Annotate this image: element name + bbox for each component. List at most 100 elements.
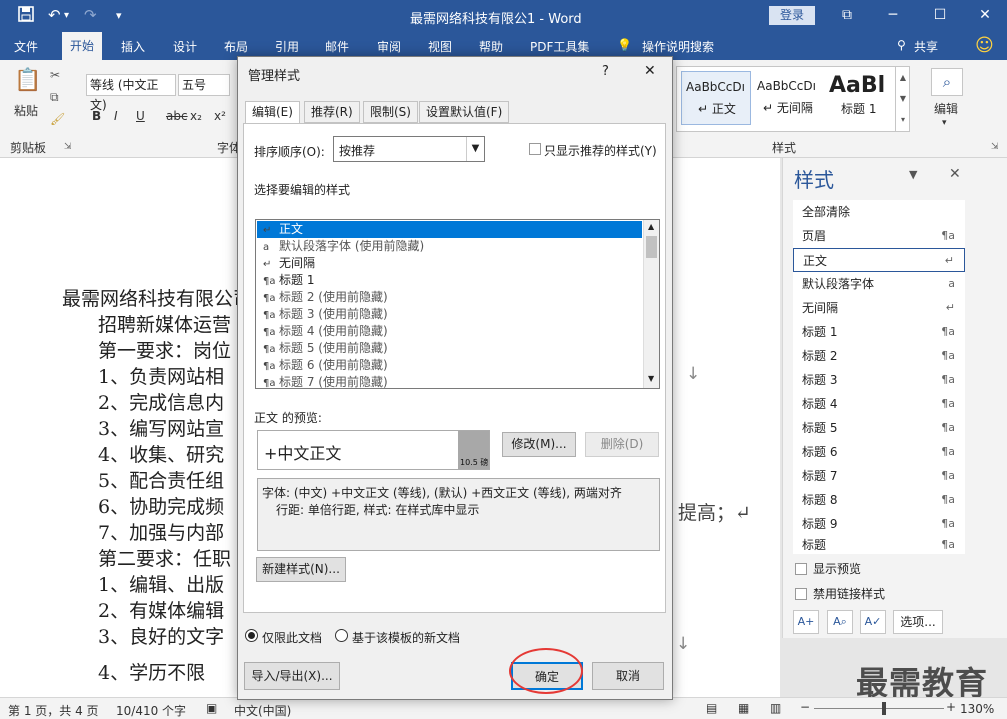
style-item[interactable]: 标题 6 ¶a	[793, 440, 965, 464]
new-style-icon[interactable]: A+	[793, 610, 819, 634]
search-icon[interactable]: ⌕	[931, 68, 963, 96]
styles-list-scrollbar[interactable]	[974, 200, 990, 554]
ribbon-display-icon[interactable]: ⧉	[832, 4, 862, 26]
style-item[interactable]: 标题 ¶a	[793, 536, 965, 554]
style-item[interactable]: 页眉 ¶a	[793, 224, 965, 248]
style-item[interactable]: 标题 5 ¶a	[793, 416, 965, 440]
tab-mailings[interactable]: 邮件	[325, 38, 349, 55]
print-layout-icon[interactable]: ▦	[738, 701, 749, 715]
word-count[interactable]: 10/410 个字	[116, 702, 186, 719]
style-listbox[interactable]: ↵ 正文 a 默认段落字体 (使用前隐藏) ↵ 无间隔 ¶a 标题 1 ¶a 标题 2 (…	[255, 219, 660, 389]
edit-button[interactable]: 编辑	[934, 100, 958, 117]
tab-home[interactable]: 开始	[62, 32, 103, 60]
underline-button[interactable]: U	[136, 109, 145, 123]
scroll-thumb[interactable]	[646, 236, 657, 258]
tab-review[interactable]: 审阅	[377, 38, 401, 55]
style-item-selected[interactable]: 正文 ↵	[793, 248, 965, 272]
font-name-select[interactable]: 等线 (中文正文)	[86, 74, 176, 112]
style-item[interactable]: 默认段落字体 a	[793, 272, 965, 296]
minimize-button[interactable]: ─	[878, 4, 908, 26]
maximize-button[interactable]: ☐	[925, 4, 955, 26]
list-item[interactable]: ¶a 标题 6 (使用前隐藏)	[257, 357, 642, 374]
list-item[interactable]: ¶a 标题 3 (使用前隐藏)	[257, 306, 642, 323]
tab-set-defaults[interactable]: 设置默认值(F)	[419, 101, 510, 123]
zoom-in-button[interactable]: +	[946, 700, 956, 714]
modify-button[interactable]: 修改(M)...	[502, 432, 576, 457]
scroll-down-icon[interactable]: ▼	[648, 374, 654, 383]
tab-file[interactable]: 文件	[14, 38, 38, 55]
tab-view[interactable]: 视图	[428, 38, 452, 55]
style-item[interactable]: 标题 2 ¶a	[793, 344, 965, 368]
tell-me-search[interactable]: 操作说明搜索	[642, 38, 714, 55]
redo-icon[interactable]: ↷	[84, 6, 97, 24]
new-style-button[interactable]: 新建样式(N)...	[256, 557, 346, 582]
format-painter-icon[interactable]: 🖌	[50, 112, 65, 126]
sort-order-select[interactable]: 按推荐 ▼	[333, 136, 485, 162]
listbox-scrollbar[interactable]: ▲ ▼	[643, 220, 659, 388]
paste-icon[interactable]: 📋	[14, 68, 41, 93]
style-item[interactable]: 标题 7 ¶a	[793, 464, 965, 488]
dialog-launcher-icon[interactable]: ⇲	[64, 142, 72, 152]
list-item[interactable]: ¶a 标题 2 (使用前隐藏)	[257, 289, 642, 306]
proofing-icon[interactable]: ▣	[206, 701, 217, 715]
cut-icon[interactable]: ✂	[50, 68, 60, 82]
smiley-feedback-icon[interactable]: ☺	[975, 35, 994, 56]
tab-insert[interactable]: 插入	[121, 38, 145, 55]
style-inspector-icon[interactable]: A⌕	[827, 610, 853, 634]
italic-button[interactable]: I	[114, 109, 118, 123]
style-item[interactable]: 标题 3 ¶a	[793, 368, 965, 392]
style-card-no-spacing[interactable]: AaBbCcDı ↵ 无间隔	[755, 71, 825, 125]
style-item[interactable]: 标题 4 ¶a	[793, 392, 965, 416]
close-button[interactable]: ✕	[970, 4, 1000, 26]
tab-layout[interactable]: 布局	[224, 38, 248, 55]
style-card-normal[interactable]: AaBbCcDı ↵ 正文	[681, 71, 751, 125]
list-item[interactable]: ↵ 无间隔	[257, 255, 642, 272]
style-card-heading1[interactable]: AaBl 标题 1	[827, 71, 897, 125]
share-button[interactable]: 共享	[914, 38, 938, 55]
undo-icon[interactable]: ↶	[48, 6, 61, 24]
dialog-close-button[interactable]: ✕	[644, 63, 656, 79]
chevron-down-icon[interactable]: ▾	[942, 118, 947, 128]
zoom-slider-thumb[interactable]	[882, 702, 886, 715]
zoom-level[interactable]: 130%	[960, 702, 994, 716]
tab-recommend[interactable]: 推荐(R)	[304, 101, 360, 123]
list-item[interactable]: ¶a 标题 5 (使用前隐藏)	[257, 340, 642, 357]
style-item[interactable]: 无间隔 ↵	[793, 296, 965, 320]
tab-edit[interactable]: 编辑(E)	[245, 101, 300, 124]
tab-pdf-tools[interactable]: PDF工具集	[530, 38, 589, 55]
undo-dropdown-icon[interactable]: ▾	[64, 10, 69, 21]
cancel-button[interactable]: 取消	[592, 662, 664, 690]
read-mode-icon[interactable]: ▤	[706, 701, 717, 715]
only-recommended-checkbox[interactable]	[529, 143, 541, 155]
list-item[interactable]: a 默认段落字体 (使用前隐藏)	[257, 238, 642, 255]
page-count[interactable]: 第 1 页，共 4 页	[8, 702, 99, 719]
disable-linked-checkbox[interactable]	[795, 588, 807, 600]
style-item-clear-all[interactable]: 全部清除	[793, 200, 965, 224]
import-export-button[interactable]: 导入/导出(X)...	[244, 662, 340, 690]
dialog-launcher-icon[interactable]: ⇲	[991, 142, 999, 152]
list-item[interactable]: ¶a 标题 4 (使用前隐藏)	[257, 323, 642, 340]
login-button[interactable]: 登录	[769, 6, 815, 25]
list-item[interactable]: ¶a 标题 1	[257, 272, 642, 289]
language-indicator[interactable]: 中文(中国)	[234, 702, 291, 719]
gallery-scroll[interactable]: ▲ ▼ ▾	[895, 67, 910, 131]
font-size-select[interactable]: 五号	[178, 74, 230, 96]
paste-button[interactable]: 粘贴	[14, 102, 38, 119]
tab-design[interactable]: 设计	[173, 38, 197, 55]
options-button[interactable]: 选项...	[893, 610, 943, 634]
style-item[interactable]: 标题 9 ¶a	[793, 512, 965, 536]
superscript-button[interactable]: x²	[214, 109, 226, 123]
only-doc-radio[interactable]	[245, 629, 258, 642]
close-icon[interactable]: ✕	[949, 166, 961, 182]
zoom-out-button[interactable]: −	[800, 700, 810, 714]
tab-references[interactable]: 引用	[275, 38, 299, 55]
style-item[interactable]: 标题 1 ¶a	[793, 320, 965, 344]
subscript-button[interactable]: x₂	[190, 109, 202, 123]
manage-styles-icon[interactable]: A✓	[860, 610, 886, 634]
save-icon[interactable]	[18, 6, 34, 26]
new-template-radio[interactable]	[335, 629, 348, 642]
scroll-up-icon[interactable]: ▲	[648, 222, 654, 231]
help-button[interactable]: ?	[602, 64, 609, 79]
web-layout-icon[interactable]: ▥	[770, 701, 781, 715]
zoom-slider[interactable]	[814, 708, 944, 709]
